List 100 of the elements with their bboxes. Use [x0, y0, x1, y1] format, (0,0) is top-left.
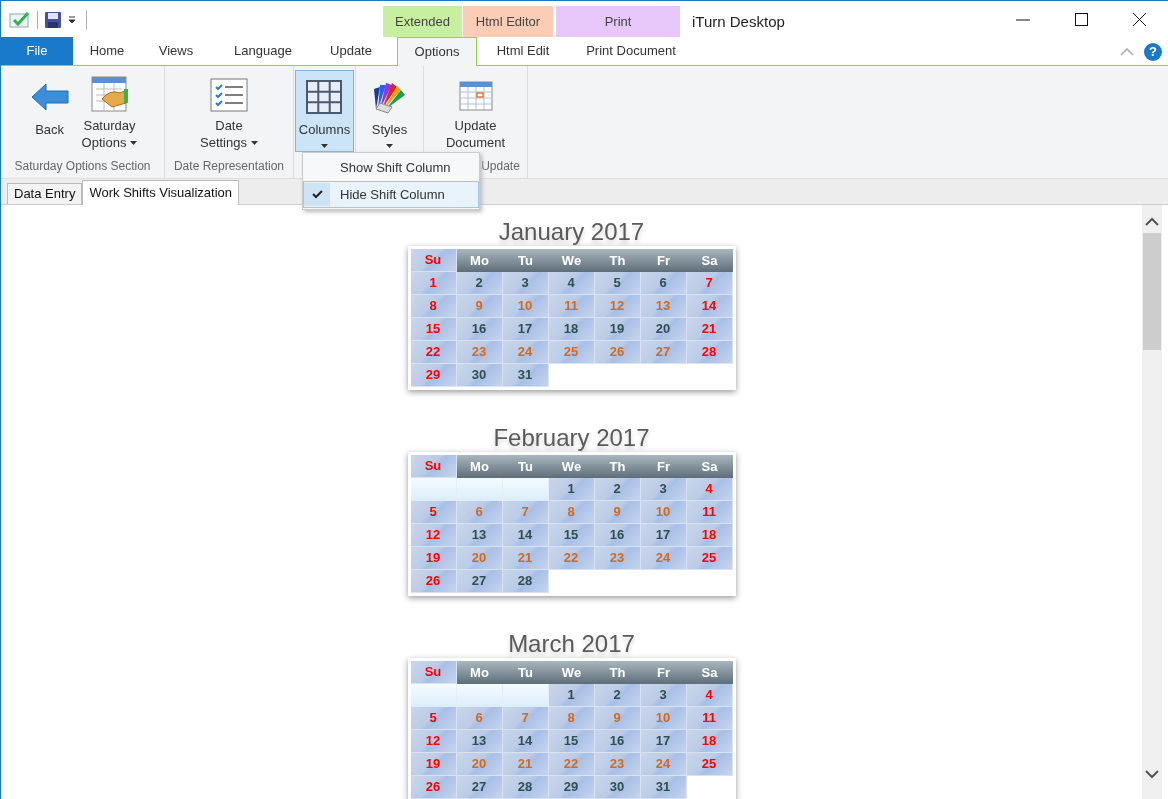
minimize-icon[interactable]	[1016, 18, 1030, 21]
day-cell: 6	[640, 272, 687, 295]
ribbon-button[interactable]: Styles	[363, 70, 416, 152]
day-cell: 29	[548, 776, 595, 799]
customize-caret-icon[interactable]	[68, 15, 76, 24]
weekday-header: Sa	[686, 455, 733, 478]
day-cell: 19	[410, 547, 457, 570]
weekday-header: Su	[410, 249, 457, 272]
day-cell: 11	[686, 501, 733, 524]
ribbon-tab[interactable]: Views	[141, 37, 211, 65]
ribbon-group-label: Update	[481, 158, 520, 175]
weekday-header: We	[548, 661, 595, 684]
day-cell: 10	[640, 501, 687, 524]
day-cell: 14	[686, 295, 733, 318]
day-cell: 3	[502, 272, 549, 295]
ribbon-tab[interactable]: Update	[315, 37, 387, 65]
day-cell: 29	[410, 364, 457, 387]
weekday-header: Su	[410, 455, 457, 478]
day-cell: 11	[686, 707, 733, 730]
weekday-header: Mo	[456, 249, 503, 272]
ribbon-button[interactable]: Date Settings	[196, 70, 262, 152]
day-cell: 30	[456, 364, 503, 387]
month-title: February 2017	[493, 424, 650, 452]
menu-item[interactable]: Hide Shift Column	[303, 181, 479, 208]
day-cell: 8	[410, 295, 457, 318]
weekday-header: Su	[410, 661, 457, 684]
day-cell: 6	[456, 707, 503, 730]
month-title: March 2017	[508, 630, 635, 658]
day-cell: 9	[456, 295, 503, 318]
ribbon-tab[interactable]: Home	[73, 37, 141, 65]
day-cell: 24	[640, 753, 687, 776]
day-cell: 22	[410, 341, 457, 364]
day-cell: 24	[502, 341, 549, 364]
weekday-header: Mo	[456, 455, 503, 478]
scroll-down-icon[interactable]	[1145, 769, 1159, 779]
day-cell: 19	[410, 753, 457, 776]
scrollbar-thumb[interactable]	[1143, 233, 1161, 350]
day-cell: 30	[594, 776, 641, 799]
weekday-header: Th	[594, 455, 641, 478]
day-cell: 20	[456, 547, 503, 570]
day-cell: 19	[594, 318, 641, 341]
weekday-header: Sa	[686, 661, 733, 684]
day-cell: 21	[686, 318, 733, 341]
day-cell: 15	[548, 524, 595, 547]
day-cell: 18	[686, 524, 733, 547]
menu-item[interactable]: Show Shift Column	[303, 154, 479, 181]
weekday-header: Tu	[502, 455, 549, 478]
scroll-up-icon[interactable]	[1145, 217, 1159, 227]
day-cell: 27	[456, 776, 503, 799]
ribbon-button[interactable]: Columns	[294, 70, 355, 152]
ribbon-tab[interactable]: Html Edit	[477, 37, 569, 65]
window-title: iTurn Desktop	[692, 12, 785, 32]
day-cell: 17	[640, 524, 687, 547]
ribbon-button[interactable]: Saturday Options	[77, 70, 142, 152]
file-tab[interactable]: File	[1, 37, 73, 65]
save-icon[interactable]	[44, 10, 62, 29]
close-icon[interactable]	[1132, 13, 1146, 26]
ribbon-group-label: Date Representation	[173, 158, 285, 175]
day-cell: 28	[502, 570, 549, 593]
context-tab-group: Extended	[383, 6, 462, 37]
day-cell: 13	[456, 524, 503, 547]
weekday-header: Fr	[640, 249, 687, 272]
calendar-icon	[457, 78, 494, 112]
day-cell: 14	[502, 730, 549, 753]
ribbon-tab[interactable]: Language	[211, 37, 315, 65]
day-cell: 6	[456, 501, 503, 524]
day-cell: 9	[594, 501, 641, 524]
day-cell: 23	[594, 753, 641, 776]
day-cell: 7	[502, 501, 549, 524]
day-cell: 12	[410, 524, 457, 547]
day-cell: 4	[686, 478, 733, 501]
check-icon	[311, 190, 323, 199]
day-cell: 21	[502, 753, 549, 776]
day-cell: 8	[548, 501, 595, 524]
help-button[interactable]: ?	[1144, 43, 1162, 61]
day-cell: 13	[456, 730, 503, 753]
ribbon-button[interactable]: Back	[23, 70, 76, 152]
app-check-icon[interactable]	[9, 10, 31, 29]
caret-icon	[321, 144, 328, 148]
day-cell: 12	[594, 295, 641, 318]
day-cell: 1	[410, 272, 457, 295]
document-tab[interactable]: Work Shifts Visualization	[82, 180, 239, 205]
weekday-header: We	[548, 455, 595, 478]
day-cell: 12	[410, 730, 457, 753]
document-tab[interactable]: Data Entry	[7, 183, 83, 204]
day-cell: 8	[548, 707, 595, 730]
day-cell: 23	[594, 547, 641, 570]
day-cell: 15	[410, 318, 457, 341]
context-tab-group: Print	[556, 6, 680, 37]
ribbon-tab[interactable]: Options	[397, 37, 477, 66]
ribbon-button[interactable]: Update Document	[441, 70, 510, 152]
day-cell: 25	[686, 547, 733, 570]
maximize-icon[interactable]	[1074, 13, 1088, 26]
day-cell: 23	[456, 341, 503, 364]
weekday-header: Mo	[456, 661, 503, 684]
weekday-header: Tu	[502, 249, 549, 272]
caret-icon	[251, 140, 258, 145]
day-cell: 17	[640, 730, 687, 753]
ribbon-tab[interactable]: Print Document	[569, 37, 693, 65]
day-cell: 28	[502, 776, 549, 799]
